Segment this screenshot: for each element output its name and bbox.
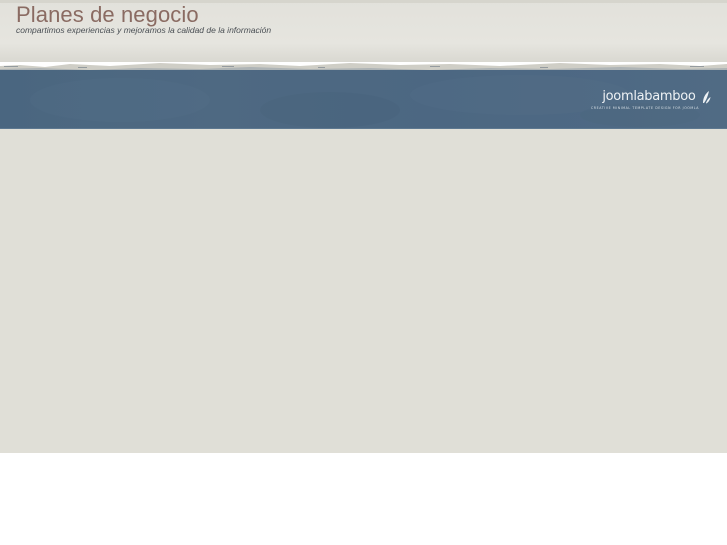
joomlabamboo-logo[interactable]: joomlabamboo creative minimal template d… — [591, 88, 711, 110]
main-content-area — [0, 129, 727, 453]
logo-wordmark: joomlabamboo — [602, 89, 696, 105]
logo-subtitle: creative minimal template design for joo… — [590, 106, 699, 110]
header-banner: joomlabamboo creative minimal template d… — [0, 70, 727, 129]
page: Planes de negocio compartimos experienci… — [0, 0, 727, 545]
site-tagline: compartimos experiencias y mejoramos la … — [16, 25, 272, 35]
site-header: Planes de negocio compartimos experienci… — [0, 0, 727, 62]
bamboo-leaf-icon — [703, 90, 711, 104]
